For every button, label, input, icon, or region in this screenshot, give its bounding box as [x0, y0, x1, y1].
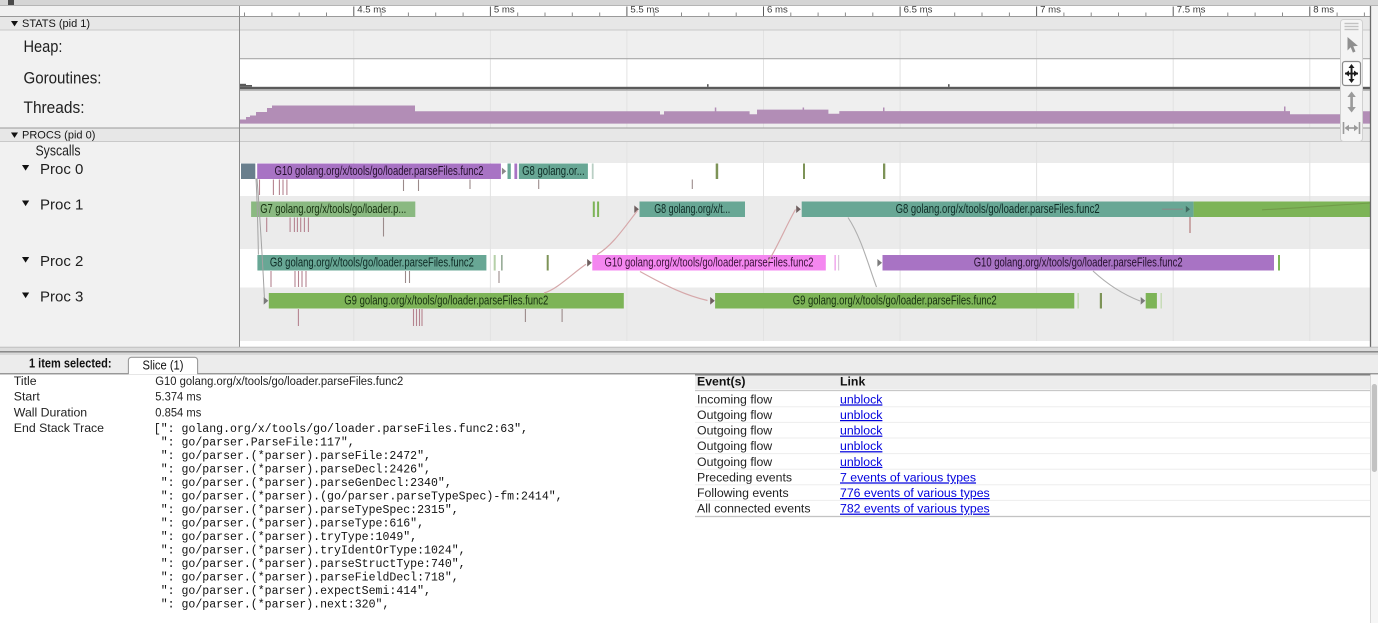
- svg-text:776 events of various types: 776 events of various types: [840, 486, 990, 500]
- svg-text:8 ms: 8 ms: [1313, 4, 1334, 15]
- svg-text:All connected events: All connected events: [697, 502, 810, 516]
- svg-text:Wall Duration: Wall Duration: [14, 405, 88, 419]
- svg-text:5 ms: 5 ms: [494, 4, 515, 15]
- svg-text:": go/parser.(*parser).tryIden: ": go/parser.(*parser).tryIdentOrType:10…: [161, 545, 466, 558]
- svg-text:Proc 1: Proc 1: [40, 197, 83, 214]
- svg-text:Outgoing flow: Outgoing flow: [697, 455, 772, 469]
- svg-text:G8 golang.org/x/t...: G8 golang.org/x/t...: [654, 202, 730, 216]
- svg-text:unblock: unblock: [840, 408, 883, 422]
- svg-text:": go/parser.(*parser).parseFi: ": go/parser.(*parser).parseFile:2472",: [161, 450, 431, 463]
- svg-text:Title: Title: [14, 374, 37, 388]
- svg-text:1 item selected:: 1 item selected:: [29, 357, 112, 371]
- svg-text:": go/parser.(*parser).parseSt: ": go/parser.(*parser).parseStructType:7…: [161, 558, 466, 571]
- svg-text:": go/parser.(*parser).parseTy: ": go/parser.(*parser).parseTypeSpec:231…: [161, 504, 459, 517]
- svg-text:0.854 ms: 0.854 ms: [155, 405, 201, 419]
- svg-text:5.5 ms: 5.5 ms: [630, 4, 659, 15]
- svg-text:Link: Link: [840, 375, 865, 389]
- svg-text:": go/parser.(*parser).expectS: ": go/parser.(*parser).expectSemi:414",: [161, 585, 431, 598]
- svg-text:Following events: Following events: [697, 486, 789, 500]
- svg-text:782 events of various types: 782 events of various types: [840, 502, 990, 516]
- svg-text:Proc 2: Proc 2: [40, 253, 83, 270]
- svg-text:Event(s): Event(s): [697, 375, 746, 389]
- svg-text:6 ms: 6 ms: [767, 4, 788, 15]
- svg-text:Outgoing flow: Outgoing flow: [697, 408, 772, 422]
- svg-text:": go/parser.(*parser).(go/par: ": go/parser.(*parser).(go/parser.parseT…: [161, 491, 563, 504]
- svg-text:Heap:: Heap:: [24, 37, 63, 56]
- svg-text:Proc 3: Proc 3: [40, 289, 83, 306]
- svg-text:G9 golang.org/x/tools/go/loade: G9 golang.org/x/tools/go/loader.parseFil…: [793, 293, 997, 307]
- svg-text:G8 golang.org/x/tools/go/loade: G8 golang.org/x/tools/go/loader.parseFil…: [896, 202, 1100, 216]
- svg-text:G10 golang.org/x/tools/go/load: G10 golang.org/x/tools/go/loader.parseFi…: [275, 164, 484, 178]
- svg-text:unblock: unblock: [840, 392, 883, 406]
- svg-text:Incoming flow: Incoming flow: [697, 392, 772, 406]
- svg-text:6.5 ms: 6.5 ms: [904, 4, 933, 15]
- svg-text:G10 golang.org/x/tools/go/load: G10 golang.org/x/tools/go/loader.parseFi…: [974, 255, 1183, 269]
- svg-text:": go/parser.(*parser).parseGe: ": go/parser.(*parser).parseGenDecl:2340…: [161, 477, 452, 490]
- svg-text:Start: Start: [14, 390, 41, 404]
- svg-text:G8 golang.org/x/tools/go/loade: G8 golang.org/x/tools/go/loader.parseFil…: [270, 255, 474, 269]
- svg-text:Threads:: Threads:: [24, 98, 85, 117]
- svg-text:End Stack Trace: End Stack Trace: [14, 421, 104, 435]
- svg-text:Syscalls: Syscalls: [36, 144, 81, 160]
- svg-text:G7 golang.org/x/tools/go/loade: G7 golang.org/x/tools/go/loader.p...: [260, 202, 406, 216]
- svg-text:unblock: unblock: [840, 455, 883, 469]
- svg-text:4.5 ms: 4.5 ms: [357, 4, 386, 15]
- svg-text:Preceding events: Preceding events: [697, 470, 792, 484]
- svg-text:": go/parser.(*parser).parseFi: ": go/parser.(*parser).parseFieldDecl:71…: [161, 572, 459, 585]
- svg-text:": go/parser.(*parser).parseDe: ": go/parser.(*parser).parseDecl:2426",: [161, 464, 431, 477]
- svg-text:Outgoing flow: Outgoing flow: [697, 424, 772, 438]
- svg-text:": go/parser.(*parser).tryType: ": go/parser.(*parser).tryType:1049",: [161, 531, 417, 544]
- svg-text:7 events of various types: 7 events of various types: [840, 470, 976, 484]
- svg-text:7 ms: 7 ms: [1040, 4, 1061, 15]
- svg-text:PROCS (pid 0): PROCS (pid 0): [22, 130, 95, 142]
- svg-text:": go/parser.ParseFile:117",: ": go/parser.ParseFile:117",: [161, 437, 355, 450]
- svg-text:Goroutines:: Goroutines:: [24, 69, 102, 88]
- svg-text:STATS (pid 1): STATS (pid 1): [22, 18, 90, 30]
- svg-text:Slice (1): Slice (1): [143, 358, 184, 372]
- svg-text:unblock: unblock: [840, 439, 883, 453]
- svg-text:": go/parser.(*parser).next:32: ": go/parser.(*parser).next:320",: [161, 599, 390, 612]
- svg-text:7.5 ms: 7.5 ms: [1177, 4, 1206, 15]
- svg-text:G8 golang.or...: G8 golang.or...: [522, 164, 585, 178]
- svg-text:Outgoing flow: Outgoing flow: [697, 439, 772, 453]
- svg-text:": go/parser.(*parser).parseTy: ": go/parser.(*parser).parseType:616",: [161, 518, 424, 531]
- svg-text:unblock: unblock: [840, 424, 883, 438]
- svg-text:[": golang.org/x/tools/go/load: [": golang.org/x/tools/go/loader.parseFi…: [154, 423, 528, 436]
- svg-text:G10 golang.org/x/tools/go/load: G10 golang.org/x/tools/go/loader.parseFi…: [605, 255, 814, 269]
- svg-text:G9 golang.org/x/tools/go/loade: G9 golang.org/x/tools/go/loader.parseFil…: [344, 293, 548, 307]
- svg-text:Proc 0: Proc 0: [40, 161, 83, 178]
- svg-text:G10 golang.org/x/tools/go/load: G10 golang.org/x/tools/go/loader.parseFi…: [155, 374, 403, 388]
- svg-text:5.374 ms: 5.374 ms: [155, 390, 201, 404]
